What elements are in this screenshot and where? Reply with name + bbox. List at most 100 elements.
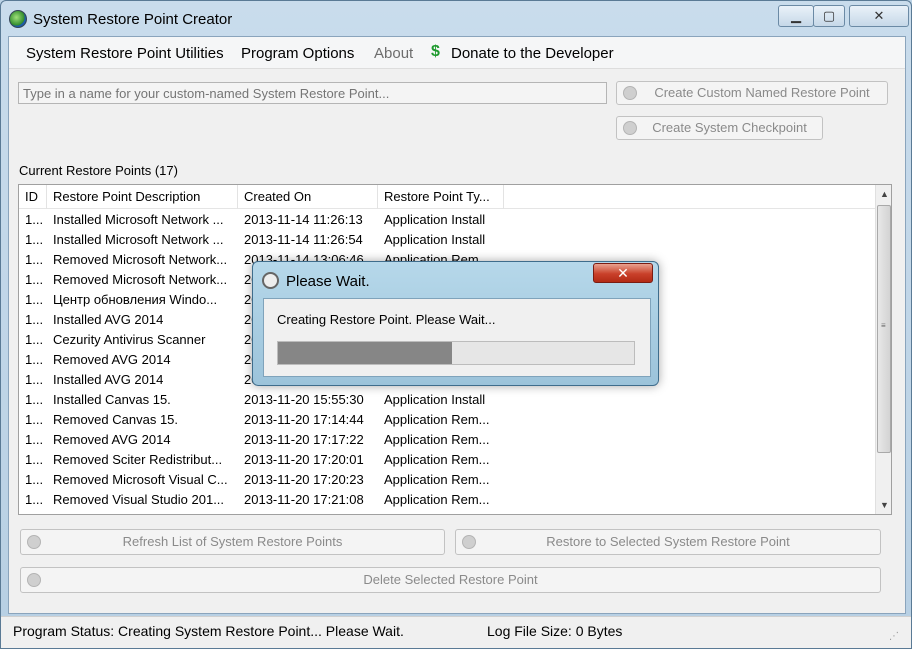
scroll-thumb[interactable]: ≡	[877, 205, 891, 453]
cell-id: 1...	[25, 412, 44, 427]
cell-type: Application Install	[384, 392, 486, 407]
cell-type: Application Install	[384, 232, 486, 247]
trash-icon	[27, 573, 41, 587]
restore-points-count-label: Current Restore Points (17)	[19, 163, 178, 178]
cell-description: Removed Microsoft Network...	[53, 272, 228, 287]
vertical-scrollbar[interactable]: ▲ ≡ ▼	[875, 185, 891, 514]
cell-id: 1...	[25, 332, 44, 347]
stopwatch-icon	[262, 272, 279, 289]
list-row[interactable]: 1... Removed Visual Studio 201... 2013-11-…	[19, 490, 875, 510]
scroll-up-arrow-icon[interactable]: ▲	[876, 185, 891, 203]
cell-type: Application Rem...	[384, 412, 490, 427]
cell-type: Application Rem...	[384, 472, 490, 487]
cell-id: 1...	[25, 492, 44, 507]
cell-id: 1...	[25, 212, 44, 227]
scroll-down-arrow-icon[interactable]: ▼	[876, 496, 891, 514]
menu-program-options[interactable]: Program Options	[241, 45, 354, 62]
grip-icon: ≡	[881, 321, 886, 330]
checkpoint-icon	[623, 121, 637, 135]
cell-id: 1...	[25, 452, 44, 467]
cell-description: Removed Canvas 15.	[53, 412, 179, 427]
cell-created: 2013-11-20 15:55:30	[244, 392, 364, 407]
minimize-button[interactable]: ▁	[778, 5, 814, 27]
cell-created: 2013-11-20 17:20:01	[244, 452, 364, 467]
log-file-size: Log File Size: 0 Bytes	[487, 623, 623, 639]
cell-id: 1...	[25, 372, 44, 387]
dialog-message: Creating Restore Point. Please Wait...	[277, 312, 496, 327]
cell-id: 1...	[25, 272, 44, 287]
list-row[interactable]: 1... Removed Sciter Redistribut... 2013-11…	[19, 450, 875, 470]
cell-description: Installed Microsoft Network ...	[53, 212, 224, 227]
app-icon	[9, 10, 27, 28]
column-header-created-on[interactable]: Created On	[238, 185, 378, 209]
dialog-body: Creating Restore Point. Please Wait...	[263, 298, 651, 377]
restore-icon	[462, 535, 476, 549]
restore-point-icon	[623, 86, 637, 100]
list-header: ID Restore Point Description Created On …	[19, 185, 875, 209]
please-wait-dialog: Please Wait. ✕ Creating Restore Point. P…	[252, 261, 659, 386]
list-row[interactable]: 1... Installed Canvas 15. 2013-11-20 15:55…	[19, 390, 875, 410]
refresh-icon	[27, 535, 41, 549]
list-row[interactable]: 1... Installed Microsoft Network ... 2013-…	[19, 230, 875, 250]
progress-fill	[278, 342, 453, 364]
cell-id: 1...	[25, 432, 44, 447]
cell-id: 1...	[25, 312, 44, 327]
create-custom-restore-point-button[interactable]: Create Custom Named Restore Point	[616, 81, 888, 105]
cell-created: 2013-11-14 11:26:13	[244, 212, 363, 227]
refresh-list-button[interactable]: Refresh List of System Restore Points	[20, 529, 445, 555]
cell-type: Application Rem...	[384, 492, 490, 507]
column-header-type[interactable]: Restore Point Ty...	[378, 185, 504, 209]
cell-created: 2013-11-20 17:14:44	[244, 412, 364, 427]
cell-id: 1...	[25, 232, 44, 247]
program-status: Program Status: Creating System Restore …	[13, 623, 404, 639]
cell-id: 1...	[25, 392, 44, 407]
cell-description: Removed Microsoft Network...	[53, 252, 228, 267]
status-bar: Program Status: Creating System Restore …	[1, 616, 911, 648]
delete-selected-button[interactable]: Delete Selected Restore Point	[20, 567, 881, 593]
cell-id: 1...	[25, 472, 44, 487]
column-header-description[interactable]: Restore Point Description	[47, 185, 238, 209]
menu-bar: System Restore Point Utilities Program O…	[9, 37, 905, 69]
create-system-checkpoint-button[interactable]: Create System Checkpoint	[616, 116, 823, 140]
cell-created: 2013-11-14 11:26:54	[244, 232, 363, 247]
cell-id: 1...	[25, 352, 44, 367]
cell-type: Application Install	[384, 212, 486, 227]
maximize-button[interactable]: ▢	[813, 5, 845, 27]
restore-selected-button[interactable]: Restore to Selected System Restore Point	[455, 529, 881, 555]
cell-description: Cezurity Antivirus Scanner	[53, 332, 206, 347]
cell-description: Центр обновления Windo...	[53, 292, 218, 307]
list-row[interactable]: 1... Removed Canvas 15. 2013-11-20 17:14:4…	[19, 410, 875, 430]
dialog-close-button[interactable]: ✕	[593, 263, 653, 283]
menu-about[interactable]: About	[374, 45, 413, 62]
cell-created: 2013-11-20 17:21:08	[244, 492, 364, 507]
cell-description: Installed Canvas 15.	[53, 392, 171, 407]
menu-donate[interactable]: Donate to the Developer	[451, 45, 614, 62]
restore-point-name-input[interactable]	[18, 82, 607, 104]
cell-type: Application Rem...	[384, 432, 490, 447]
cell-id: 1...	[25, 292, 44, 307]
cell-created: 2013-11-20 17:17:22	[244, 432, 364, 447]
list-row[interactable]: 1... Installed Microsoft Network ... 2013-…	[19, 210, 875, 230]
close-button[interactable]: ✕	[849, 5, 909, 27]
cell-description: Removed Visual Studio 201...	[53, 492, 225, 507]
cell-description: Removed Sciter Redistribut...	[53, 452, 223, 467]
title-bar[interactable]: System Restore Point Creator ▁ ▢ ✕	[1, 1, 911, 35]
cell-description: Removed AVG 2014	[53, 352, 171, 367]
column-header-id[interactable]: ID	[19, 185, 47, 209]
cell-description: Removed Microsoft Visual C...	[53, 472, 228, 487]
cell-description: Installed AVG 2014	[53, 312, 164, 327]
list-row[interactable]: 1... Removed AVG 2014 2013-11-20 17:17:22 A…	[19, 430, 875, 450]
menu-system-restore-point-utilities[interactable]: System Restore Point Utilities	[26, 45, 224, 62]
cell-created: 2013-11-20 17:20:23	[244, 472, 364, 487]
resize-grip-icon[interactable]: ⋰	[889, 631, 899, 642]
window-title: System Restore Point Creator	[33, 11, 233, 28]
progress-bar	[277, 341, 635, 365]
list-row[interactable]: 1... Removed Microsoft Visual C... 2013-11…	[19, 470, 875, 490]
cell-description: Installed AVG 2014	[53, 372, 164, 387]
cell-description: Installed Microsoft Network ...	[53, 232, 224, 247]
cell-type: Application Rem...	[384, 452, 490, 467]
cell-description: Removed AVG 2014	[53, 432, 171, 447]
dialog-title: Please Wait.	[286, 273, 370, 290]
cell-id: 1...	[25, 252, 44, 267]
dollar-icon: $	[431, 43, 440, 60]
